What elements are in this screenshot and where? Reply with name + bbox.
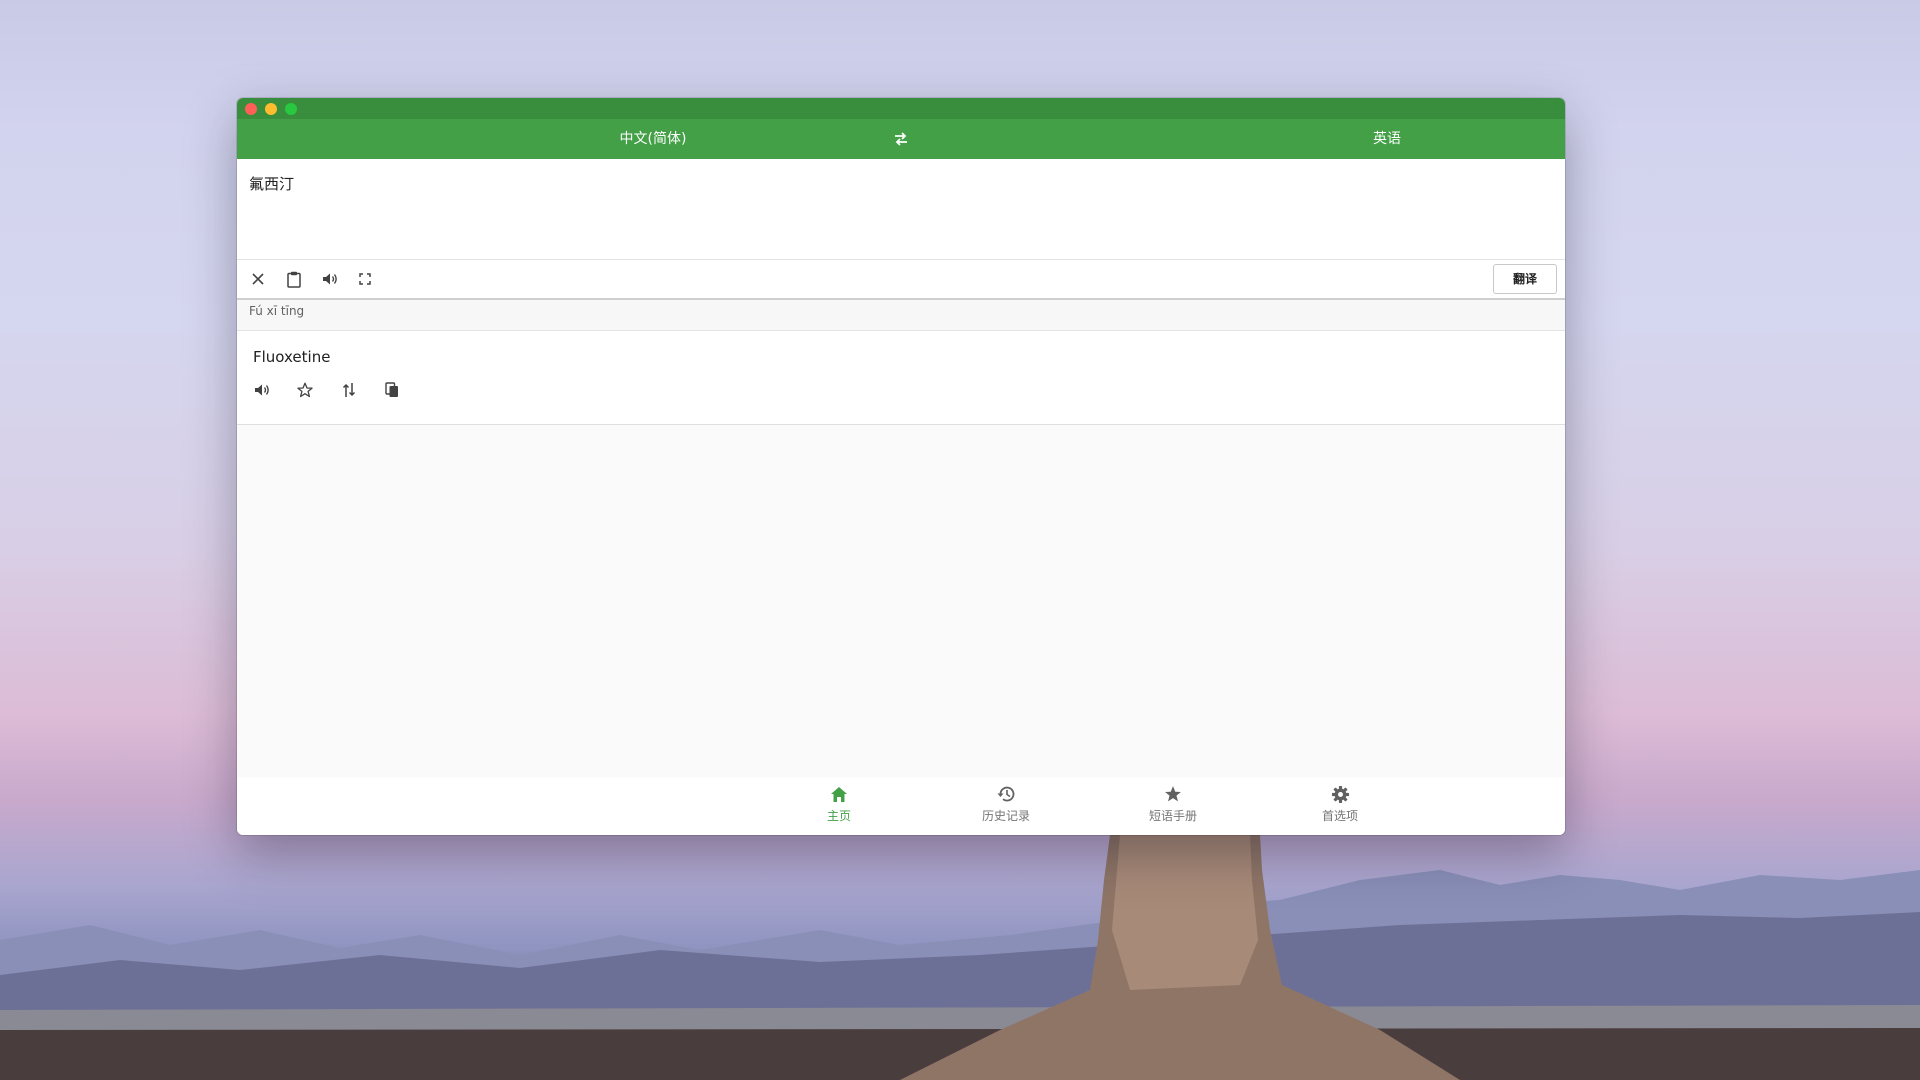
maximize-window-button[interactable] [285, 103, 297, 115]
nav-label-preferences: 首选项 [1321, 809, 1358, 823]
desktop: 中文(简体) 英语 氟西汀 翻译 Fú xī tīng Fluoxetine 主… [0, 0, 1920, 1080]
home-icon [831, 786, 847, 802]
listen-source-button[interactable] [319, 268, 341, 290]
clipboard-icon [287, 271, 301, 288]
speaker-icon [255, 384, 269, 396]
paste-button[interactable] [283, 268, 305, 290]
close-window-button[interactable] [245, 103, 257, 115]
nav-item-preferences[interactable]: 首选项 [1295, 783, 1385, 829]
minimize-window-button[interactable] [265, 103, 277, 115]
copy-icon [385, 382, 398, 397]
swap-languages-button[interactable] [887, 119, 915, 159]
language-bar: 中文(简体) 英语 [237, 119, 1565, 159]
swap-vertical-icon [342, 383, 356, 397]
nav-item-phrasebook[interactable]: 短语手册 [1128, 783, 1218, 829]
content-area [237, 425, 1565, 777]
listen-result-button[interactable] [251, 379, 273, 401]
translation-result-text: Fluoxetine [253, 348, 331, 366]
source-text-input[interactable]: 氟西汀 [237, 159, 1565, 260]
input-toolbar: 翻译 [237, 260, 1565, 300]
source-text-value: 氟西汀 [249, 175, 295, 193]
copy-result-button[interactable] [381, 379, 403, 401]
target-language-selector[interactable]: 英语 [1237, 119, 1537, 159]
translation-result-card: Fluoxetine [237, 331, 1565, 425]
speaker-icon [323, 273, 337, 285]
close-icon [252, 273, 264, 285]
swap-horizontal-icon [895, 132, 907, 146]
pinyin-row: Fú xī tīng [237, 300, 1565, 331]
pinyin-text: Fú xī tīng [249, 304, 305, 318]
gear-icon [1331, 785, 1349, 803]
source-language-selector[interactable]: 中文(简体) [503, 119, 803, 159]
nav-label-history: 历史记录 [981, 809, 1030, 823]
nav-item-home[interactable]: 主页 [794, 783, 884, 829]
nav-label-home: 主页 [826, 809, 851, 823]
app-window: 中文(简体) 英语 氟西汀 翻译 Fú xī tīng Fluoxetine 主… [237, 98, 1565, 835]
nav-label-phrasebook: 短语手册 [1148, 809, 1197, 823]
fullscreen-icon [359, 273, 371, 285]
favorite-button[interactable] [294, 379, 316, 401]
reverse-translation-button[interactable] [338, 379, 360, 401]
star-outline-icon [297, 382, 313, 398]
history-icon [997, 786, 1015, 802]
clear-button[interactable] [247, 268, 269, 290]
window-titlebar[interactable] [237, 98, 1565, 119]
bottom-navigation: 主页 历史记录 短语手册 首选项 [237, 777, 1565, 835]
fullscreen-button[interactable] [354, 268, 376, 290]
star-icon [1165, 786, 1181, 802]
translate-button[interactable]: 翻译 [1493, 264, 1557, 294]
nav-item-history[interactable]: 历史记录 [961, 783, 1051, 829]
